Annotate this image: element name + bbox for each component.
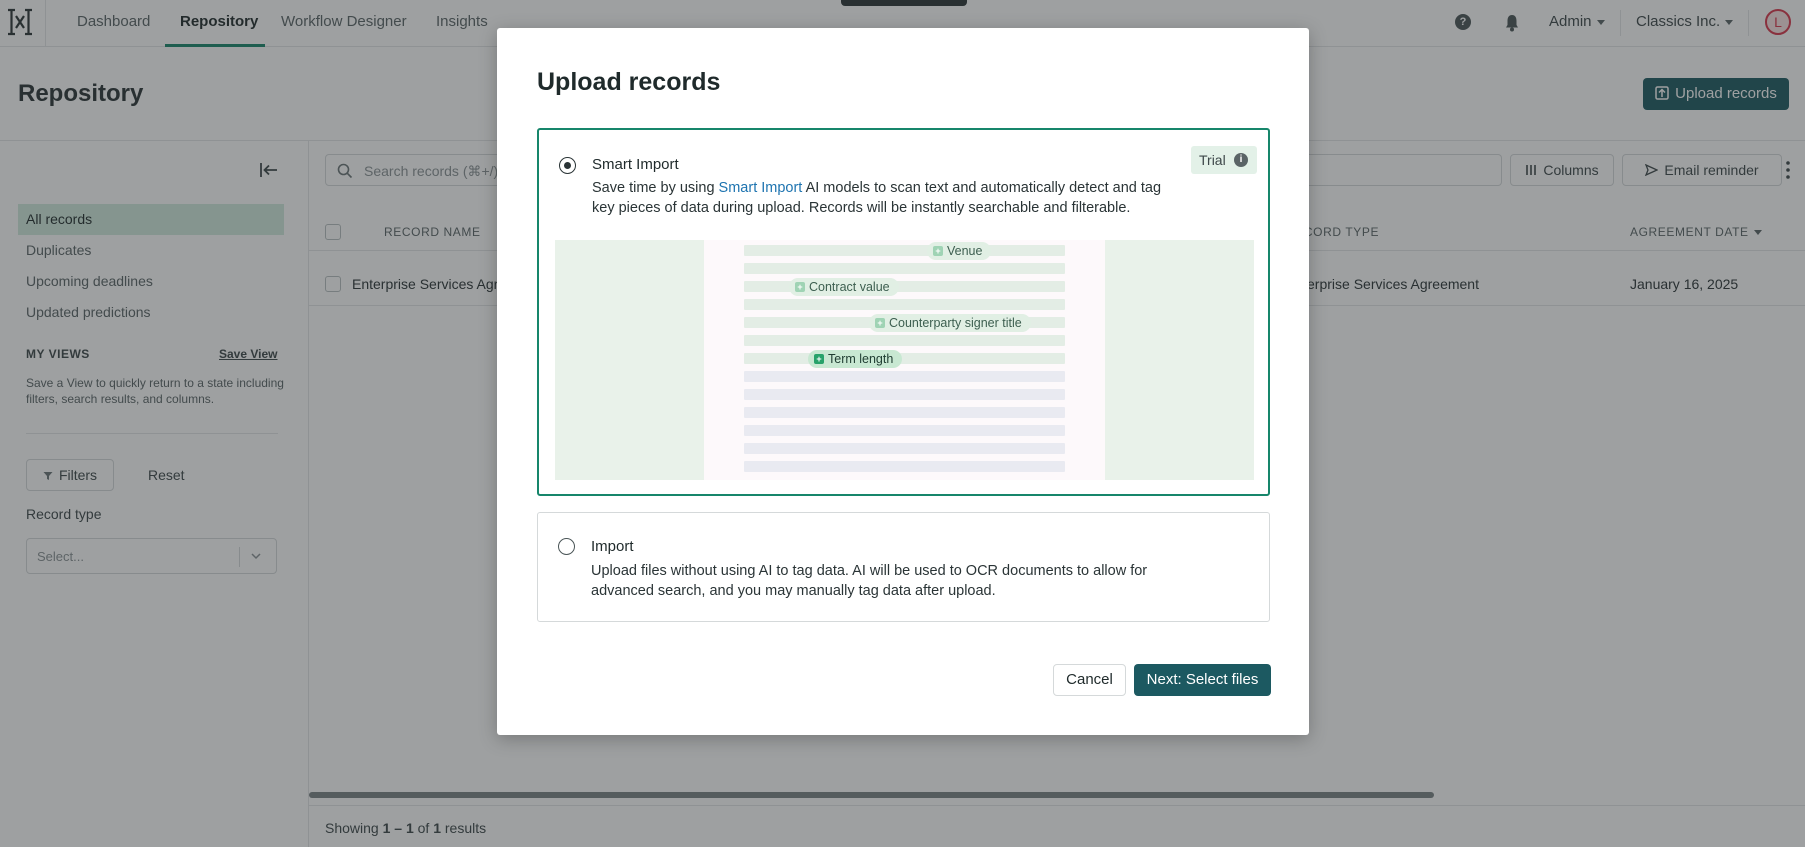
next-select-files-button[interactable]: Next: Select files [1134, 664, 1271, 696]
plus-icon: + [795, 282, 805, 292]
tag-chip-venue: + Venue [927, 242, 992, 260]
tag-chip-contract-value: + Contract value [789, 278, 899, 296]
smart-import-radio[interactable] [559, 157, 576, 174]
info-icon: i [1234, 153, 1248, 167]
smart-import-option[interactable]: Smart Import Trial i Save time by using … [537, 128, 1270, 496]
tag-chip-counterparty-signer-title: + Counterparty signer title [869, 314, 1031, 332]
import-radio[interactable] [558, 538, 575, 555]
cancel-button[interactable]: Cancel [1053, 664, 1126, 696]
plus-icon: + [933, 246, 943, 256]
tag-chip-term-length: + Term length [808, 350, 903, 368]
smart-import-title: Smart Import [592, 156, 679, 173]
smart-import-link[interactable]: Smart Import [719, 180, 803, 196]
import-description: Upload files without using AI to tag dat… [591, 563, 1148, 599]
smart-import-description: Save time by using Smart Import AI model… [592, 180, 1162, 216]
upload-records-modal: Upload records Smart Import Trial i Save… [497, 28, 1309, 735]
document-preview: + Venue + Contract value + Counterparty sig… [704, 240, 1105, 480]
plus-icon: + [814, 354, 824, 364]
smart-import-illustration: + Venue + Contract value + Counterparty sig… [555, 240, 1254, 480]
modal-title: Upload records [537, 68, 721, 96]
plus-icon: + [875, 318, 885, 328]
import-option[interactable]: Import Upload files without using AI to … [537, 512, 1270, 622]
trial-badge[interactable]: Trial i [1191, 146, 1257, 174]
import-title: Import [591, 538, 634, 555]
